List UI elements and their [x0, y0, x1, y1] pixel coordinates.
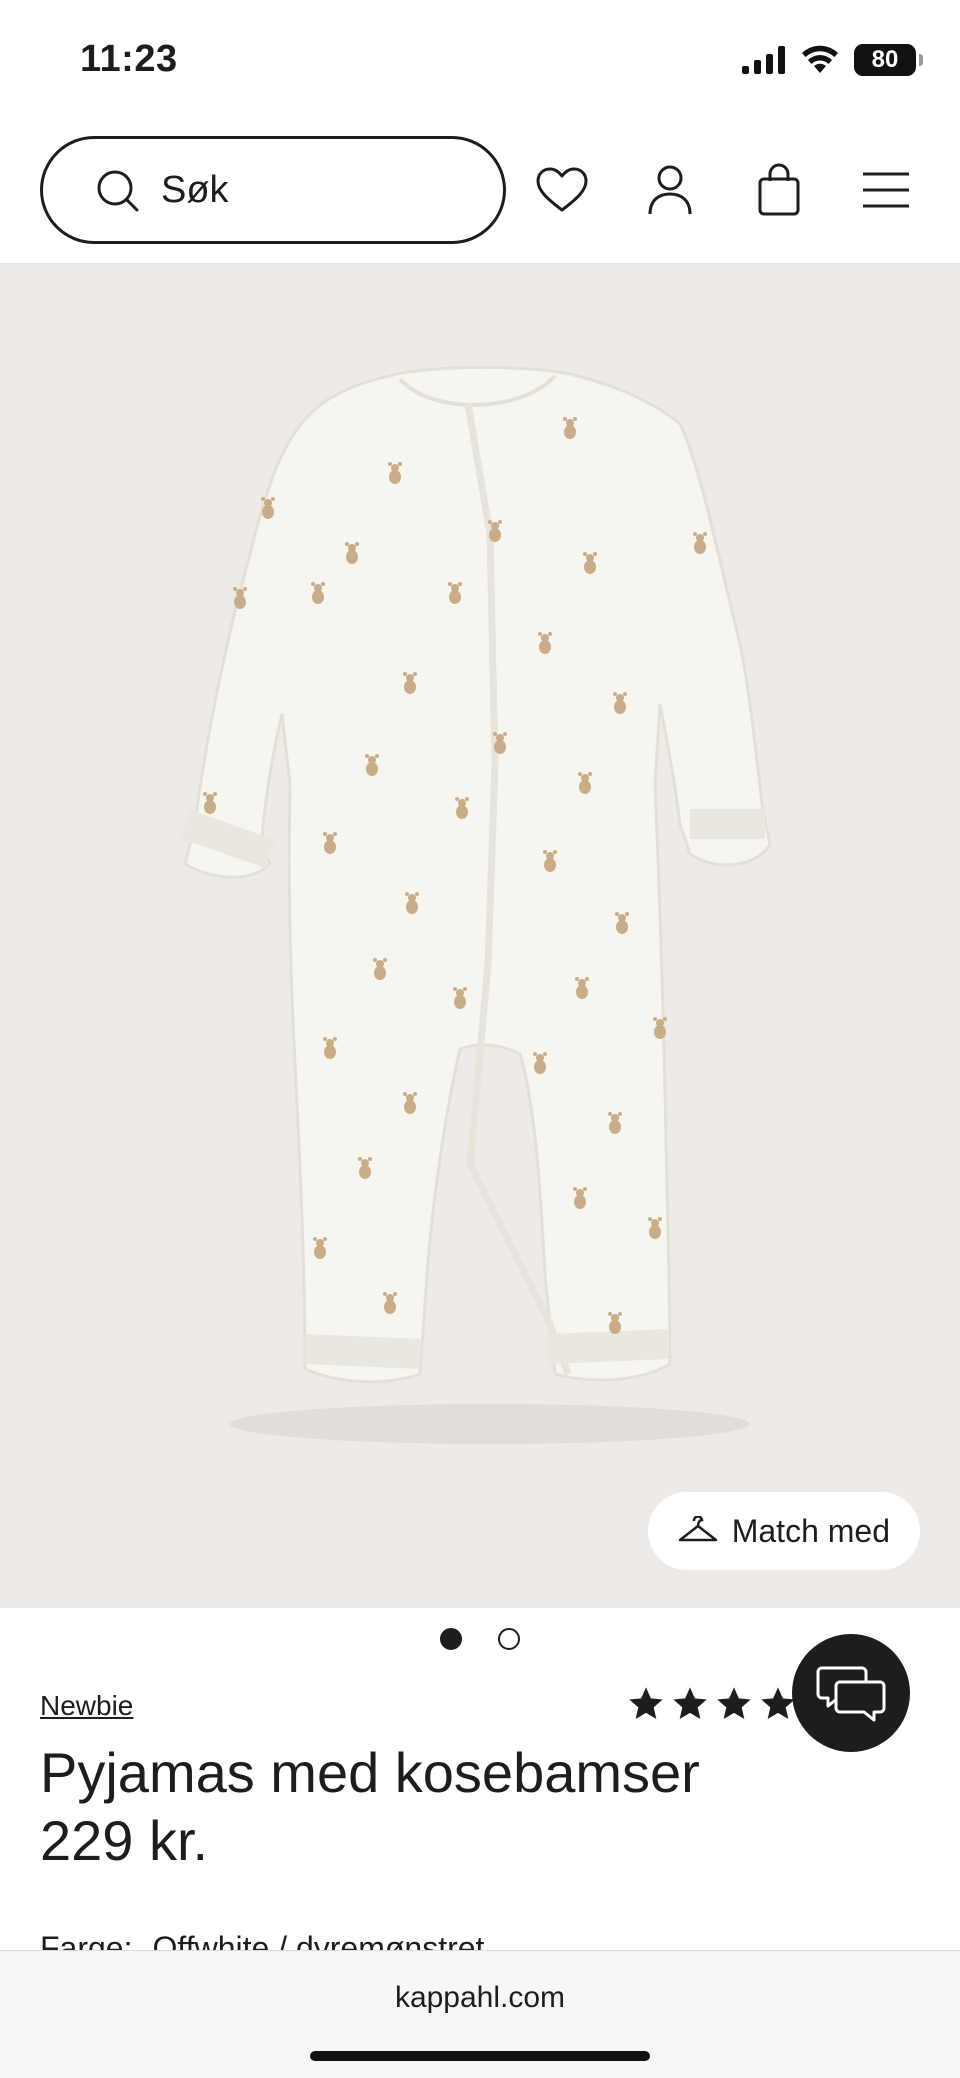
site-header: [0, 120, 960, 264]
search-icon: [97, 170, 139, 212]
star-icon: [629, 1687, 663, 1719]
rating-stars[interactable]: [626, 1684, 798, 1724]
star-icon: [673, 1687, 707, 1719]
star-icon: [717, 1687, 751, 1719]
product-title: Pyjamas med kosebamser: [40, 1741, 700, 1804]
brand-link[interactable]: Newbie: [40, 1690, 133, 1722]
carousel-dot-1[interactable]: [440, 1628, 462, 1650]
battery-indicator: 80: [854, 44, 923, 76]
pajama-image: [180, 365, 772, 1444]
battery-level: 80: [871, 46, 899, 73]
wishlist-button[interactable]: [532, 160, 592, 220]
cellular-signal-icon: [742, 46, 785, 74]
heart-icon: [536, 167, 588, 212]
wifi-icon: [802, 45, 838, 73]
search-input[interactable]: [161, 168, 461, 212]
carousel-dot-2[interactable]: [498, 1628, 520, 1650]
chat-button[interactable]: [792, 1634, 910, 1752]
color-value: Offwhite / dyremønstret: [152, 1930, 485, 1952]
product-price: 229 kr.: [40, 1809, 209, 1872]
chat-bubbles-icon: [816, 1666, 886, 1722]
url-text[interactable]: kappahl.com: [0, 1981, 960, 2015]
match-with-label: Match med: [731, 1512, 890, 1549]
hanger-icon: [678, 1516, 717, 1542]
color-label: Farge:: [40, 1930, 133, 1952]
user-icon: [648, 165, 692, 215]
shopping-bag-icon: [758, 163, 800, 216]
search-bar[interactable]: [40, 136, 506, 244]
cart-button[interactable]: [749, 160, 809, 220]
home-indicator: [310, 2051, 650, 2061]
menu-icon: [863, 172, 909, 208]
match-with-button[interactable]: Match med: [647, 1492, 920, 1570]
status-bar: 11:23 80: [0, 0, 960, 120]
color-row: Farge: Offwhite / dyremønstret: [40, 1930, 484, 1952]
account-button[interactable]: [640, 160, 700, 220]
menu-button[interactable]: [856, 160, 916, 220]
product-image[interactable]: Match med: [0, 264, 960, 1608]
status-time: 11:23: [80, 38, 178, 80]
status-icons: 80: [742, 44, 923, 76]
browser-url-bar[interactable]: kappahl.com: [0, 1950, 960, 2078]
